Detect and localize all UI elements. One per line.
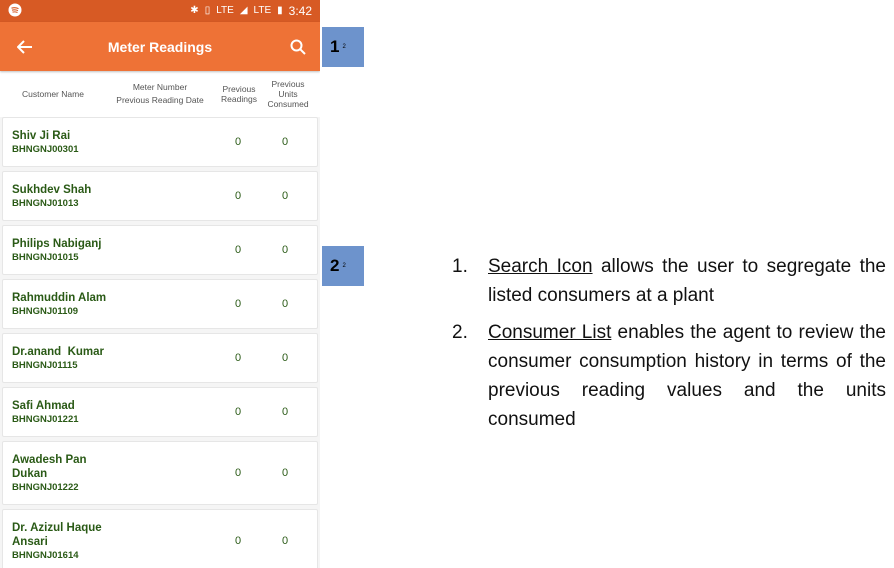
customer-id: BHNGNJ01115 bbox=[12, 360, 78, 371]
header-prev-readings-line1: Previous bbox=[222, 84, 256, 94]
header-meter-line2: Previous Reading Date bbox=[116, 95, 204, 105]
header-meter-line1: Meter Number bbox=[132, 82, 188, 92]
customer-name: Rahmuddin Alam bbox=[12, 292, 107, 304]
callout-badge-2: 22 bbox=[322, 246, 364, 286]
customer-id: BHNGNJ01222 bbox=[12, 482, 79, 493]
header-previous-readings: Previous Readings bbox=[214, 84, 264, 104]
header-prev-readings-line2: Readings bbox=[221, 94, 257, 104]
customer-id: BHNGNJ01109 bbox=[12, 306, 79, 317]
customer-name: Dr. Azizul Haque Ansari bbox=[12, 522, 102, 548]
page-title: Meter Readings bbox=[107, 38, 213, 55]
list-item[interactable]: Awadesh Pan Dukan BHNGNJ01222 0 0 bbox=[2, 441, 318, 505]
customer-name: Safi Ahmad bbox=[12, 400, 75, 412]
consumer-list: Shiv Ji Rai BHNGNJ00301 0 0 Sukhdev Shah B… bbox=[0, 117, 320, 568]
previous-units: 0 bbox=[281, 352, 289, 364]
lte-signal-icon: LTE bbox=[253, 5, 272, 16]
customer-name: Dr.anand Kumar bbox=[12, 346, 105, 358]
vibrate-icon: ▯ bbox=[204, 5, 211, 16]
previous-reading: 0 bbox=[234, 467, 242, 479]
spotify-icon bbox=[8, 3, 22, 20]
previous-reading: 0 bbox=[234, 535, 242, 547]
previous-units: 0 bbox=[281, 244, 289, 256]
list-item[interactable]: Rahmuddin Alam BHNGNJ01109 0 0 bbox=[2, 279, 318, 329]
note-number: 1. bbox=[452, 256, 468, 277]
callout-number: 1 bbox=[330, 37, 340, 56]
list-item[interactable]: Sukhdev Shah BHNGNJ01013 0 0 bbox=[2, 171, 318, 221]
list-item[interactable]: Dr. Azizul Haque Ansari BHNGNJ01614 0 0 bbox=[2, 509, 318, 568]
previous-units: 0 bbox=[281, 467, 289, 479]
note-item: 2. Consumer List enables the agent to re… bbox=[452, 318, 886, 434]
app-bar: Meter Readings bbox=[0, 22, 320, 71]
header-customer-name: Customer Name bbox=[22, 89, 84, 99]
lte-call-icon: LTE bbox=[216, 5, 234, 16]
column-headers: Customer Name Meter Number Previous Read… bbox=[0, 71, 320, 117]
header-previous-units: Previous Units Consumed bbox=[264, 79, 312, 109]
callout-sub: 2 bbox=[342, 263, 346, 269]
previous-units: 0 bbox=[281, 190, 289, 202]
bluetooth-icon: ✱ bbox=[190, 5, 199, 16]
previous-reading: 0 bbox=[234, 352, 242, 364]
previous-units: 0 bbox=[281, 535, 289, 547]
previous-reading: 0 bbox=[234, 244, 242, 256]
previous-reading: 0 bbox=[234, 136, 242, 148]
customer-id: BHNGNJ01614 bbox=[12, 550, 79, 561]
list-item[interactable]: Dr.anand Kumar BHNGNJ01115 0 0 bbox=[2, 333, 318, 383]
customer-name: Shiv Ji Rai bbox=[12, 130, 71, 142]
customer-id: BHNGNJ01221 bbox=[12, 414, 79, 425]
customer-id: BHNGNJ00301 bbox=[12, 144, 79, 155]
signal-icon: ◢ bbox=[239, 5, 248, 16]
previous-units: 0 bbox=[281, 298, 289, 310]
callout-badge-1: 12 bbox=[322, 27, 364, 67]
clock: 3:42 bbox=[288, 4, 312, 18]
back-arrow-icon[interactable] bbox=[10, 34, 40, 60]
list-item[interactable]: Safi Ahmad BHNGNJ01221 0 0 bbox=[2, 387, 318, 437]
status-bar: ✱ ▯ LTE ◢ LTE ▮ 3:42 bbox=[0, 0, 320, 22]
list-item[interactable]: Philips Nabiganj BHNGNJ01015 0 0 bbox=[2, 225, 318, 275]
note-highlight: Search Icon bbox=[488, 256, 593, 277]
note-text: Consumer List enables the agent to revie… bbox=[488, 318, 886, 434]
customer-name: Philips Nabiganj bbox=[12, 238, 102, 250]
previous-reading: 0 bbox=[234, 298, 242, 310]
annotation-notes: 1. Search Icon allows the user to segreg… bbox=[452, 252, 886, 442]
header-meter-number: Meter Number Previous Reading Date bbox=[106, 81, 214, 107]
callout-number: 2 bbox=[330, 256, 340, 275]
previous-units: 0 bbox=[281, 406, 289, 418]
previous-reading: 0 bbox=[234, 190, 242, 202]
header-prev-units-line3: Consumed bbox=[267, 99, 309, 109]
customer-name: Sukhdev Shah bbox=[12, 184, 92, 196]
header-prev-units-line2: Units bbox=[278, 89, 298, 99]
search-icon[interactable] bbox=[284, 34, 312, 60]
note-number: 2. bbox=[452, 322, 468, 343]
list-item[interactable]: Shiv Ji Rai BHNGNJ00301 0 0 bbox=[2, 117, 318, 167]
previous-units: 0 bbox=[281, 136, 289, 148]
note-item: 1. Search Icon allows the user to segreg… bbox=[452, 252, 886, 310]
previous-reading: 0 bbox=[234, 406, 242, 418]
header-prev-units-line1: Previous bbox=[271, 79, 305, 89]
phone-screen: ✱ ▯ LTE ◢ LTE ▮ 3:42 Meter Readings Cust… bbox=[0, 0, 320, 568]
customer-id: BHNGNJ01013 bbox=[12, 198, 79, 209]
callout-sub: 2 bbox=[342, 44, 346, 50]
note-highlight: Consumer List bbox=[488, 322, 612, 343]
battery-icon: ▮ bbox=[277, 5, 283, 16]
customer-name: Awadesh Pan Dukan bbox=[12, 454, 87, 480]
note-text: Search Icon allows the user to segregate… bbox=[488, 252, 886, 310]
customer-id: BHNGNJ01015 bbox=[12, 252, 79, 263]
